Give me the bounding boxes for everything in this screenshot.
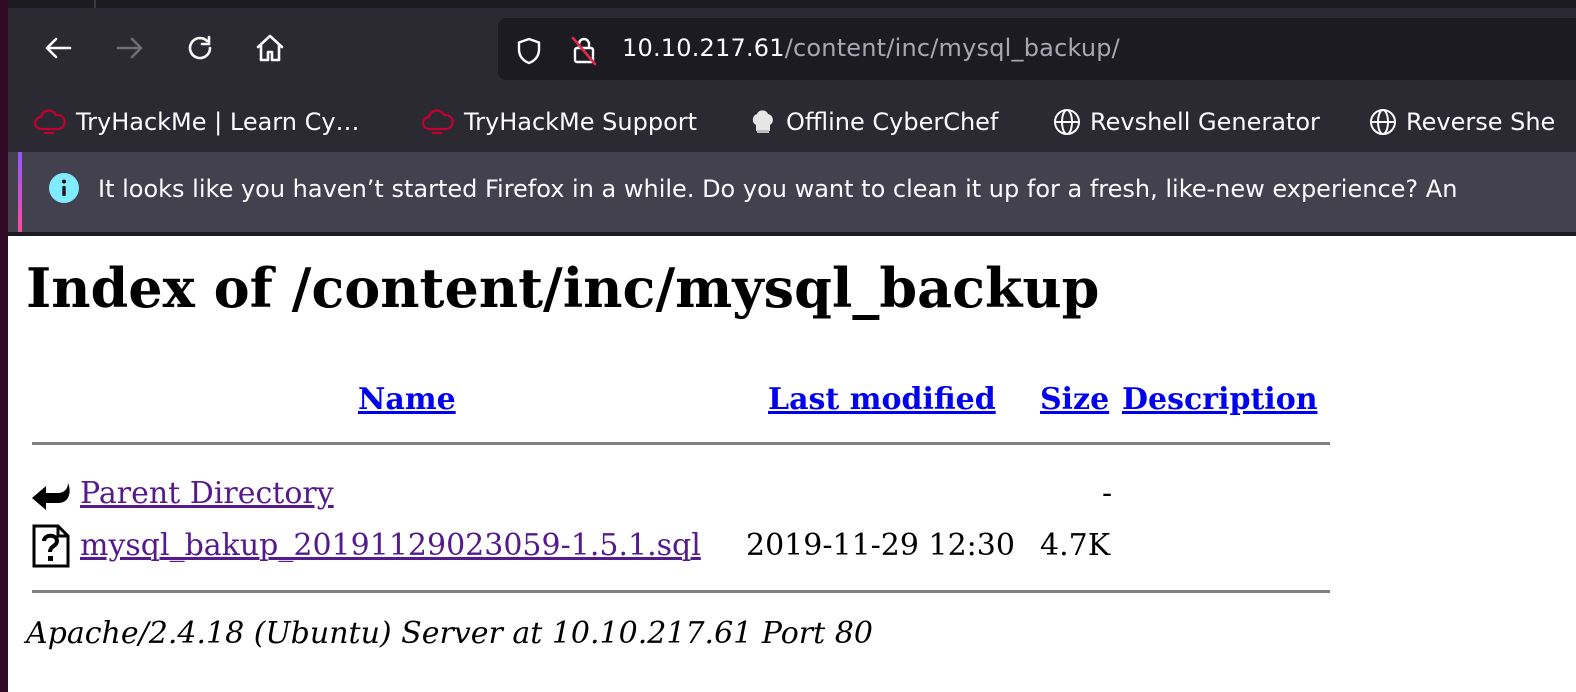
reload-icon [188,35,212,60]
tryhackme-cloud-icon [33,109,66,134]
globe-icon [1370,109,1396,135]
chef-hat-icon [752,110,773,133]
bookmark-label: TryHackMe | Learn Cy… [76,108,360,136]
back-arrow-icon [45,37,72,59]
unknown-file-icon [32,524,70,568]
navigation-toolbar: 10.10.217.61/content/inc/mysql_backup/ [8,8,1576,92]
shield-icon[interactable] [514,36,544,66]
home-icon [256,34,284,62]
back-arrow-icon [32,483,70,510]
tab-strip [8,0,1576,8]
column-header-last-modified[interactable]: Last modified [768,382,996,417]
parent-directory-link[interactable]: Parent Directory [80,476,334,511]
bookmark-reverse-shell[interactable]: Reverse She [1368,102,1555,142]
file-link[interactable]: mysql_bakup_20191129023059-1.5.1.sql [80,528,701,563]
home-button[interactable] [250,28,290,68]
forward-arrow-icon [116,37,143,59]
table-divider-bottom [32,590,1330,593]
table-divider-top [32,442,1330,445]
url-path: /content/inc/mysql_backup/ [784,34,1120,62]
column-header-size[interactable]: Size [1040,382,1109,417]
server-signature: Apache/2.4.18 (Ubuntu) Server at 10.10.2… [26,616,873,651]
reload-button[interactable] [180,28,220,68]
column-header-name[interactable]: Name [358,382,456,417]
bookmarks-toolbar: TryHackMe | Learn Cy… TryHackMe Support … [8,92,1576,152]
bookmark-revshell-generator[interactable]: Revshell Generator [1052,102,1320,142]
bookmark-tryhackme[interactable]: TryHackMe | Learn Cy… [32,102,360,142]
bookmark-label: Revshell Generator [1090,108,1320,136]
tryhackme-cloud-icon [421,109,454,134]
bookmark-label: TryHackMe Support [464,108,698,136]
globe-icon [1054,109,1080,135]
info-icon [49,173,79,203]
page-title: Index of /content/inc/mysql_backup [26,256,1100,320]
notification-message: It looks like you haven’t started Firefo… [98,175,1458,203]
row-size: - [1102,476,1113,511]
bookmark-label: Reverse She [1406,108,1556,136]
back-button[interactable] [38,28,78,68]
row-size: 4.7K [1040,528,1111,563]
row-last-modified: 2019-11-29 12:30 [746,528,1015,563]
forward-button[interactable] [110,28,150,68]
url-bar[interactable]: 10.10.217.61/content/inc/mysql_backup/ [498,18,1576,80]
url-host: 10.10.217.61 [622,34,785,62]
bookmark-label: Offline CyberChef [786,108,999,136]
url-text[interactable]: 10.10.217.61/content/inc/mysql_backup/ [622,34,1120,62]
bookmark-tryhackme-support[interactable]: TryHackMe Support [420,102,697,142]
browser-window: 10.10.217.61/content/inc/mysql_backup/ T… [8,0,1576,692]
insecure-lock-icon[interactable] [568,34,600,66]
notification-bar: It looks like you haven’t started Firefo… [8,152,1576,232]
directory-listing-page: Index of /content/inc/mysql_backup Name … [8,236,1576,692]
tab-separator [94,0,96,8]
column-header-description[interactable]: Description [1122,382,1318,417]
notification-accent [18,152,22,232]
bookmark-offline-cyberchef[interactable]: Offline CyberChef [748,102,998,142]
